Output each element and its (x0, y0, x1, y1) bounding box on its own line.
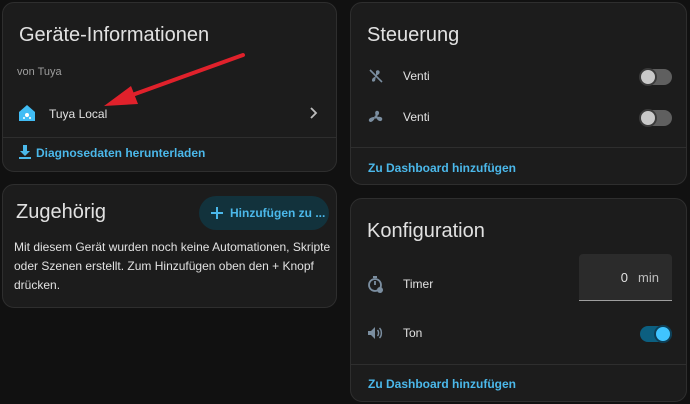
chevron-right-icon (310, 107, 318, 119)
download-diagnostics-link[interactable]: Diagnosedaten herunterladen (36, 146, 205, 160)
configuration-title: Konfiguration (367, 220, 485, 242)
add-to-button[interactable]: Hinzufügen zu ... (199, 196, 329, 230)
tone-toggle[interactable] (640, 325, 672, 343)
controls-dashboard-link[interactable]: Zu Dashboard hinzufügen (368, 161, 516, 175)
control-toggle-2[interactable] (639, 109, 672, 127)
integration-label: Tuya Local (49, 107, 108, 121)
add-to-button-label: Hinzufügen zu ... (230, 206, 326, 220)
timer-icon (368, 276, 383, 293)
configuration-card: Konfiguration Timer 0 min Ton Zu Dashboa… (350, 198, 687, 402)
controls-title: Steuerung (367, 24, 460, 46)
device-info-title: Geräte-Informationen (19, 24, 210, 46)
fan-icon (368, 110, 383, 122)
manufacturer-text: von Tuya (17, 66, 62, 78)
timer-input[interactable]: 0 min (579, 254, 672, 301)
timer-value: 0 (620, 270, 628, 285)
configuration-divider (351, 364, 686, 365)
timer-unit: min (638, 270, 659, 285)
related-title: Zugehörig (16, 201, 107, 223)
fan-off-icon (369, 69, 383, 83)
control-toggle-1[interactable] (639, 68, 672, 86)
plus-icon (211, 207, 223, 219)
controls-card: Steuerung Venti Venti Zu Dashboard hinzu… (350, 2, 687, 185)
device-info-divider (3, 137, 336, 138)
timer-label: Timer (403, 277, 434, 291)
controls-divider (351, 147, 686, 148)
control-label-1: Venti (403, 69, 430, 83)
tone-label: Ton (403, 326, 423, 340)
download-icon[interactable] (18, 144, 32, 160)
device-info-card: Geräte-Informationen von Tuya Tuya Local… (2, 2, 337, 172)
integration-row[interactable]: Tuya Local (3, 95, 336, 131)
volume-icon (368, 327, 383, 339)
related-description: Mit diesem Gerät wurden noch keine Autom… (14, 240, 331, 292)
configuration-dashboard-link[interactable]: Zu Dashboard hinzufügen (368, 377, 516, 391)
home-assistant-icon (19, 105, 35, 121)
control-label-2: Venti (403, 110, 430, 124)
